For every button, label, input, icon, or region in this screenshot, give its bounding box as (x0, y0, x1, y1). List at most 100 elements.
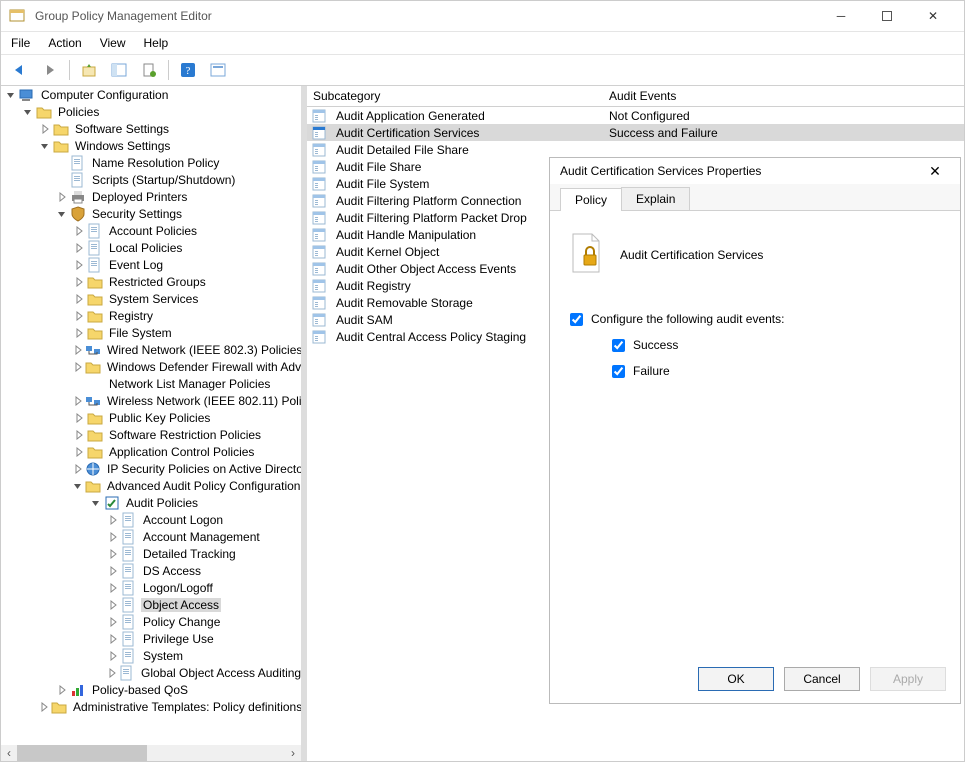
tree-item[interactable]: IP Security Policies on Active Directory (5, 460, 301, 477)
tree-item[interactable]: Account Management (5, 528, 301, 545)
expand-icon[interactable] (73, 226, 85, 236)
help-button[interactable]: ? (175, 57, 201, 83)
cancel-button[interactable]: Cancel (784, 667, 860, 691)
tree-item[interactable]: Wired Network (IEEE 802.3) Policies (5, 341, 301, 358)
tree-item[interactable]: Administrative Templates: Policy definit… (5, 698, 301, 715)
configure-checkbox[interactable] (570, 313, 583, 326)
expand-icon[interactable] (56, 685, 68, 695)
tree-item[interactable]: Logon/Logoff (5, 579, 301, 596)
apply-button[interactable]: Apply (870, 667, 946, 691)
expand-icon[interactable] (73, 260, 85, 270)
collapse-icon[interactable] (73, 481, 83, 491)
expand-icon[interactable] (107, 549, 119, 559)
tree-item[interactable]: Registry (5, 307, 301, 324)
tree-item[interactable]: Software Restriction Policies (5, 426, 301, 443)
tree-item[interactable]: Account Logon (5, 511, 301, 528)
tree-item[interactable]: Restricted Groups (5, 273, 301, 290)
expand-icon[interactable] (39, 124, 51, 134)
expand-icon[interactable] (73, 464, 83, 474)
tree-item[interactable]: Computer Configuration (5, 86, 301, 103)
expand-icon[interactable] (73, 413, 85, 423)
expand-icon[interactable] (107, 566, 119, 576)
expand-icon[interactable] (56, 192, 68, 202)
configure-checkbox-row[interactable]: Configure the following audit events: (570, 312, 940, 326)
collapse-icon[interactable] (56, 209, 68, 219)
expand-icon[interactable] (107, 600, 119, 610)
tree-item[interactable]: Advanced Audit Policy Configuration (5, 477, 301, 494)
tree-item[interactable]: Policy Change (5, 613, 301, 630)
maximize-button[interactable] (864, 1, 910, 31)
tree-item[interactable]: File System (5, 324, 301, 341)
minimize-button[interactable]: ─ (818, 1, 864, 31)
collapse-icon[interactable] (39, 141, 51, 151)
success-checkbox-row[interactable]: Success (612, 338, 940, 352)
expand-icon[interactable] (73, 294, 85, 304)
expand-icon[interactable] (73, 447, 85, 457)
collapse-icon[interactable] (5, 90, 17, 100)
tree-item[interactable]: Global Object Access Auditing (5, 664, 301, 681)
grid-row[interactable]: Audit Detailed File Share (307, 141, 964, 158)
tree-item[interactable]: Name Resolution Policy (5, 154, 301, 171)
expand-icon[interactable] (73, 362, 83, 372)
menu-action[interactable]: Action (48, 36, 81, 50)
column-subcategory[interactable]: Subcategory (307, 89, 603, 103)
tree-item[interactable]: Security Settings (5, 205, 301, 222)
expand-icon[interactable] (73, 345, 83, 355)
tree-item[interactable]: Application Control Policies (5, 443, 301, 460)
collapse-icon[interactable] (90, 498, 102, 508)
menu-file[interactable]: File (11, 36, 30, 50)
collapse-icon[interactable] (22, 107, 34, 117)
expand-icon[interactable] (107, 634, 119, 644)
expand-icon[interactable] (73, 328, 85, 338)
expand-icon[interactable] (107, 668, 117, 678)
ok-button[interactable]: OK (698, 667, 774, 691)
filter-button[interactable] (205, 57, 231, 83)
expand-icon[interactable] (73, 277, 85, 287)
tree-item[interactable]: Windows Defender Firewall with Advanced … (5, 358, 301, 375)
close-button[interactable]: ✕ (910, 1, 956, 31)
failure-checkbox[interactable] (612, 365, 625, 378)
expand-icon[interactable] (73, 243, 85, 253)
tab-explain[interactable]: Explain (621, 187, 690, 210)
expand-icon[interactable] (107, 583, 119, 593)
column-audit-events[interactable]: Audit Events (603, 89, 964, 103)
menu-view[interactable]: View (100, 36, 126, 50)
tree-hscrollbar[interactable]: ‹› (1, 745, 301, 761)
tree-item[interactable]: Audit Policies (5, 494, 301, 511)
tree-item[interactable]: Wireless Network (IEEE 802.11) Policies (5, 392, 301, 409)
failure-checkbox-row[interactable]: Failure (612, 364, 940, 378)
tab-policy[interactable]: Policy (560, 188, 622, 211)
tree-item[interactable]: Detailed Tracking (5, 545, 301, 562)
export-button[interactable] (136, 57, 162, 83)
tree-item[interactable]: Account Policies (5, 222, 301, 239)
tree-item[interactable]: System (5, 647, 301, 664)
nav-tree[interactable]: Computer ConfigurationPoliciesSoftware S… (5, 86, 301, 745)
expand-icon[interactable] (107, 515, 119, 525)
tree-item[interactable]: Local Policies (5, 239, 301, 256)
tree-item[interactable]: Software Settings (5, 120, 301, 137)
expand-icon[interactable] (107, 651, 119, 661)
expand-icon[interactable] (73, 430, 85, 440)
menu-help[interactable]: Help (144, 36, 169, 50)
tree-item[interactable]: Network List Manager Policies (5, 375, 301, 392)
expand-icon[interactable] (107, 532, 119, 542)
expand-icon[interactable] (73, 311, 85, 321)
success-checkbox[interactable] (612, 339, 625, 352)
tree-item[interactable]: Deployed Printers (5, 188, 301, 205)
show-hide-tree-button[interactable] (106, 57, 132, 83)
tree-item[interactable]: Policies (5, 103, 301, 120)
tree-item[interactable]: DS Access (5, 562, 301, 579)
grid-row[interactable]: Audit Application GeneratedNot Configure… (307, 107, 964, 124)
tree-item[interactable]: Public Key Policies (5, 409, 301, 426)
back-button[interactable] (7, 57, 33, 83)
tree-item[interactable]: Object Access (5, 596, 301, 613)
dialog-close-button[interactable]: ✕ (920, 163, 950, 180)
tree-item[interactable]: Scripts (Startup/Shutdown) (5, 171, 301, 188)
tree-item[interactable]: Privilege Use (5, 630, 301, 647)
tree-item[interactable]: Windows Settings (5, 137, 301, 154)
up-button[interactable] (76, 57, 102, 83)
tree-item[interactable]: System Services (5, 290, 301, 307)
grid-row[interactable]: Audit Certification ServicesSuccess and … (307, 124, 964, 141)
expand-icon[interactable] (39, 702, 49, 712)
expand-icon[interactable] (107, 617, 119, 627)
